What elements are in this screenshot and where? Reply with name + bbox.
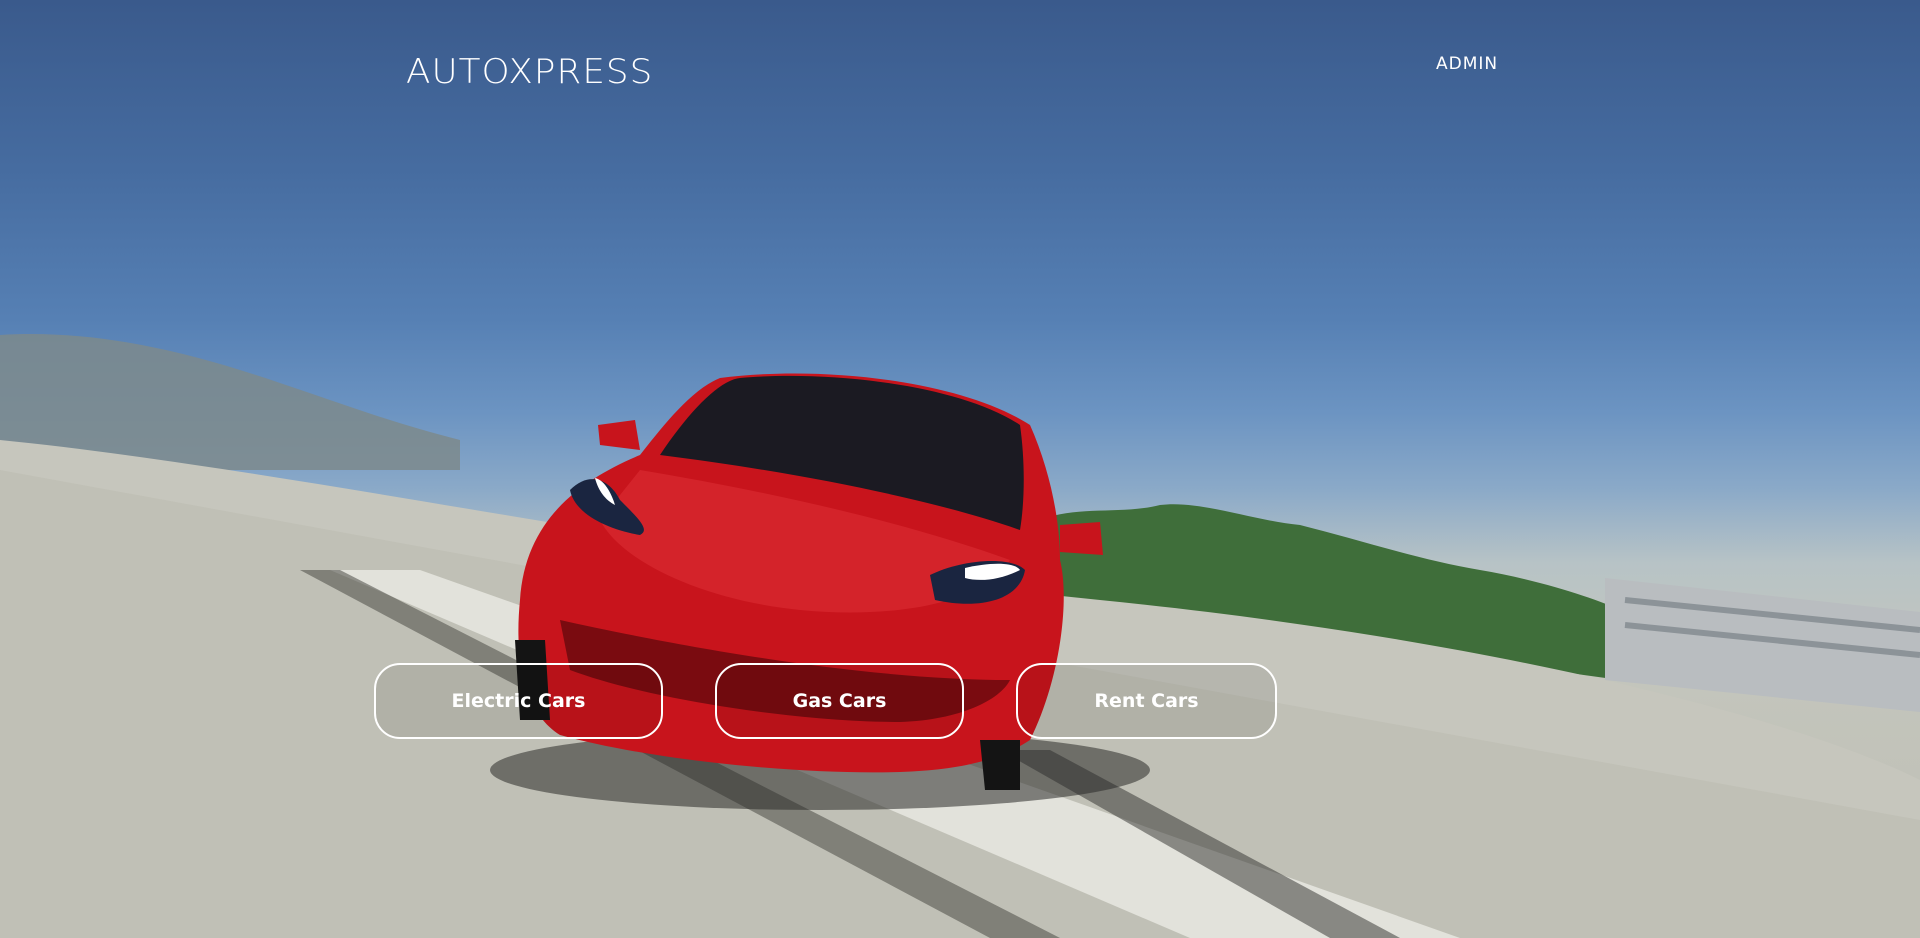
electric-cars-button[interactable]: Electric Cars — [374, 663, 663, 739]
hero-background-image — [0, 334, 1920, 938]
admin-link[interactable]: ADMIN — [1436, 54, 1498, 74]
hero-section: AUTOXPRESS ADMIN Electric Cars Gas Cars … — [0, 0, 1920, 938]
brand-logo[interactable]: AUTOXPRESS — [406, 52, 653, 92]
rent-cars-button[interactable]: Rent Cars — [1016, 663, 1277, 739]
gas-cars-button[interactable]: Gas Cars — [715, 663, 964, 739]
